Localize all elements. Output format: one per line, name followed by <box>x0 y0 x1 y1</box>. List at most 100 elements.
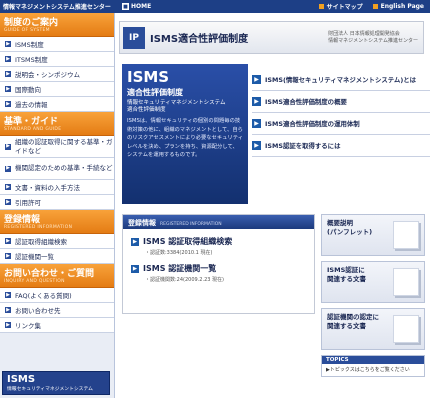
isms-banner[interactable]: ISMS 情報セキュリティマネジメントシステム <box>2 371 110 395</box>
link-label: ISMS(情報セキュリティマネジメントシステム)とは <box>265 76 417 84</box>
sidebar-item-links[interactable]: ▶ リンク集 <box>0 318 114 333</box>
sitemap-link[interactable]: サイトマップ <box>318 2 363 11</box>
document-icon <box>393 315 419 343</box>
accreditation-documents-card[interactable]: 認証機関の認定に 関連する文書 <box>321 308 425 350</box>
org-search-entry[interactable]: ▶ ISMS 認証取得組織検索 ・認証数:3384(2010.1 現在) <box>123 229 314 256</box>
section-header-register[interactable]: 登録情報 REGISTERED INFORMATION <box>0 210 114 234</box>
arrow-icon: ▶ <box>131 237 139 246</box>
home-icon: ■ <box>122 3 129 10</box>
sidebar-item-citation[interactable]: ▶ 引用許可 <box>0 195 114 210</box>
cert-bodies-entry[interactable]: ▶ ISMS 認証機関一覧 ・認証機関数:24(2009.2.23 現在) <box>123 256 314 283</box>
hero-tagline: 情報セキュリティマネジメントシステム 適合性評価制度 <box>127 100 243 114</box>
sidebar-item-contact[interactable]: ▶ お問い合わせ先 <box>0 303 114 318</box>
entry-title: ISMS 認証機関一覧 <box>143 264 217 273</box>
section-subtitle: GUIDE OF SYSTEM <box>4 28 50 33</box>
sidebar-item-label: 機関認定のための基準・手続など <box>15 164 113 172</box>
sidebar-item-search[interactable]: ▶ 認証取得組織検索 <box>0 234 114 249</box>
arrow-icon: ▶ <box>5 71 11 77</box>
organization-name: 財団法人 日本情報処理開発協会 情報マネジメントシステム推進センター <box>328 31 423 45</box>
sidebar-item-bodies[interactable]: ▶ 認証機関一覧 <box>0 249 114 264</box>
section-header-guide[interactable]: 制度のご案内 GUIDE OF SYSTEM <box>0 13 114 37</box>
section-title: 制度のご案内 <box>4 18 59 28</box>
globe-icon <box>372 4 378 9</box>
sidebar-item-itsms[interactable]: ▶ ITSMS制度 <box>0 52 114 67</box>
sidebar-item-isms[interactable]: ▶ ISMS制度 <box>0 37 114 52</box>
sidebar-item-documents[interactable]: ▶ 文書・資料の入手方法 <box>0 180 114 195</box>
org-line: 情報マネジメントシステム推進センター <box>328 37 418 44</box>
sidebar-item-archive[interactable]: ▶ 過去の情報 <box>0 97 114 112</box>
registered-info-header: 登録情報 REGISTERED INFORMATION <box>123 215 314 229</box>
pamphlet-card[interactable]: 概要説明 (パンフレット) <box>321 214 425 256</box>
arrow-icon: ▶ <box>5 253 11 259</box>
sidebar-item-label: リンク集 <box>15 322 41 330</box>
english-page-link[interactable]: English Page <box>372 2 424 11</box>
link-operation[interactable]: ▶ ISMS適合性評価制度の運用体制 <box>252 113 430 135</box>
sidebar-item-faq[interactable]: ▶ FAQ(よくある質問) <box>0 288 114 303</box>
hero-tagline-line: 情報セキュリティマネジメントシステム <box>127 100 226 106</box>
registered-title: 登録情報 <box>128 219 156 227</box>
sidebar: 制度のご案内 GUIDE OF SYSTEM ▶ ISMS制度 ▶ ITSMS制度 … <box>0 13 115 398</box>
info-links: ▶ ISMS(情報セキュリティマネジメントシステム)とは ▶ ISMS適合性評価制度… <box>252 69 430 157</box>
jipdec-logo: IP <box>123 26 145 49</box>
main-content: IP ISMS 適合性評価制度 財団法人 日本情報処理開発協会 情報マネジメントシ… <box>119 13 430 398</box>
arrow-icon: ▶ <box>5 165 11 172</box>
section-subtitle: REGISTERED INFORMATION <box>4 225 73 230</box>
sidebar-item-accreditation[interactable]: ▶ 機関認定のための基準・手続など <box>0 158 114 180</box>
section-title: 基準・ガイド <box>4 117 59 127</box>
entry-title: ISMS 認証取得組織検索 <box>143 237 233 246</box>
arrow-icon: ▶ <box>5 184 11 190</box>
arrow-icon: ▶ <box>252 141 261 150</box>
sidebar-item-label: 説明会・シンポジウム <box>15 71 80 79</box>
arrow-icon: ▶ <box>5 56 11 62</box>
arrow-icon: ▶ <box>5 292 11 298</box>
home-link[interactable]: ■ HOME <box>122 3 151 10</box>
link-how-to-certify[interactable]: ▶ ISMS認証を取得するには <box>252 135 430 157</box>
topics-header: TOPICS <box>322 356 424 364</box>
link-label: ISMS適合性評価制度の概要 <box>265 98 347 106</box>
sidebar-item-label: ITSMS制度 <box>15 56 48 64</box>
arrow-icon: ▶ <box>5 307 11 313</box>
sidebar-item-label: お問い合わせ先 <box>15 307 61 315</box>
arrow-icon: ▶ <box>5 143 11 150</box>
isms-documents-card[interactable]: ISMS認証に 関連する文書 <box>321 261 425 303</box>
entry-caption: ・認証数:3384(2010.1 現在) <box>145 250 213 256</box>
hero-subtitle: 適合性評価制度 <box>127 88 183 97</box>
topics-link[interactable]: ▶トピックスはこちらをご覧ください <box>322 364 424 375</box>
hero-description: ISMSは、情報セキュリティの個別の問題毎の技術対策の他に、組織のマネジメントと… <box>127 118 244 158</box>
top-bar: 情報マネジメントシステム推進センター ■ HOME サイトマップ English… <box>0 0 430 13</box>
page-header: IP ISMS適合性評価制度 財団法人 日本情報処理開発協会 情報マネジメントシ… <box>119 21 424 54</box>
section-header-standard[interactable]: 基準・ガイド STANDARD AND GUIDE <box>0 112 114 136</box>
hero-panel: ISMS 適合性評価制度 情報セキュリティマネジメントシステム 適合性評価制度 … <box>122 64 248 204</box>
link-what-is-isms[interactable]: ▶ ISMS(情報セキュリティマネジメントシステム)とは <box>252 69 430 91</box>
sidebar-item-label: 文書・資料の入手方法 <box>15 184 80 192</box>
document-cards: 概要説明 (パンフレット) ISMS認証に 関連する文書 認証機関の認定に 関連… <box>321 214 425 377</box>
sidebar-item-org-standard[interactable]: ▶ 組織の認証取得に関する基準・ガイドなど <box>0 136 114 158</box>
org-line: 財団法人 日本情報処理開発協会 <box>328 30 400 37</box>
section-header-inquiry[interactable]: お問い合わせ・ご質問 INQUIRY AND QUESTION <box>0 264 114 288</box>
sidebar-item-label: FAQ(よくある質問) <box>15 292 72 300</box>
hero-tagline-line: 適合性評価制度 <box>127 107 166 113</box>
hero-title: ISMS <box>127 68 170 86</box>
sidebar-item-international[interactable]: ▶ 国際動向 <box>0 82 114 97</box>
arrow-icon: ▶ <box>5 199 11 205</box>
arrow-icon: ▶ <box>252 75 261 84</box>
sidebar-item-label: 引用許可 <box>15 199 41 207</box>
document-icon <box>393 268 419 296</box>
english-label: English Page <box>380 3 424 10</box>
arrow-icon: ▶ <box>252 97 261 106</box>
sidebar-item-label: 過去の情報 <box>15 101 48 109</box>
section-title: お問い合わせ・ご質問 <box>4 269 95 279</box>
document-icon <box>393 221 419 249</box>
isms-banner-title: ISMS <box>7 374 36 385</box>
link-overview[interactable]: ▶ ISMS適合性評価制度の概要 <box>252 91 430 113</box>
sidebar-item-label: 認証機関一覧 <box>15 253 54 261</box>
arrow-icon: ▶ <box>5 86 11 92</box>
sidebar-item-label: 国際動向 <box>15 86 41 94</box>
arrow-icon: ▶ <box>5 322 11 328</box>
arrow-icon: ▶ <box>5 41 11 47</box>
arrow-icon: ▶ <box>5 238 11 244</box>
section-title: 登録情報 <box>4 215 41 225</box>
link-label: ISMS適合性評価制度の運用体制 <box>265 120 360 128</box>
sidebar-item-seminar[interactable]: ▶ 説明会・シンポジウム <box>0 67 114 82</box>
topics-box: TOPICS ▶トピックスはこちらをご覧ください <box>321 355 425 377</box>
